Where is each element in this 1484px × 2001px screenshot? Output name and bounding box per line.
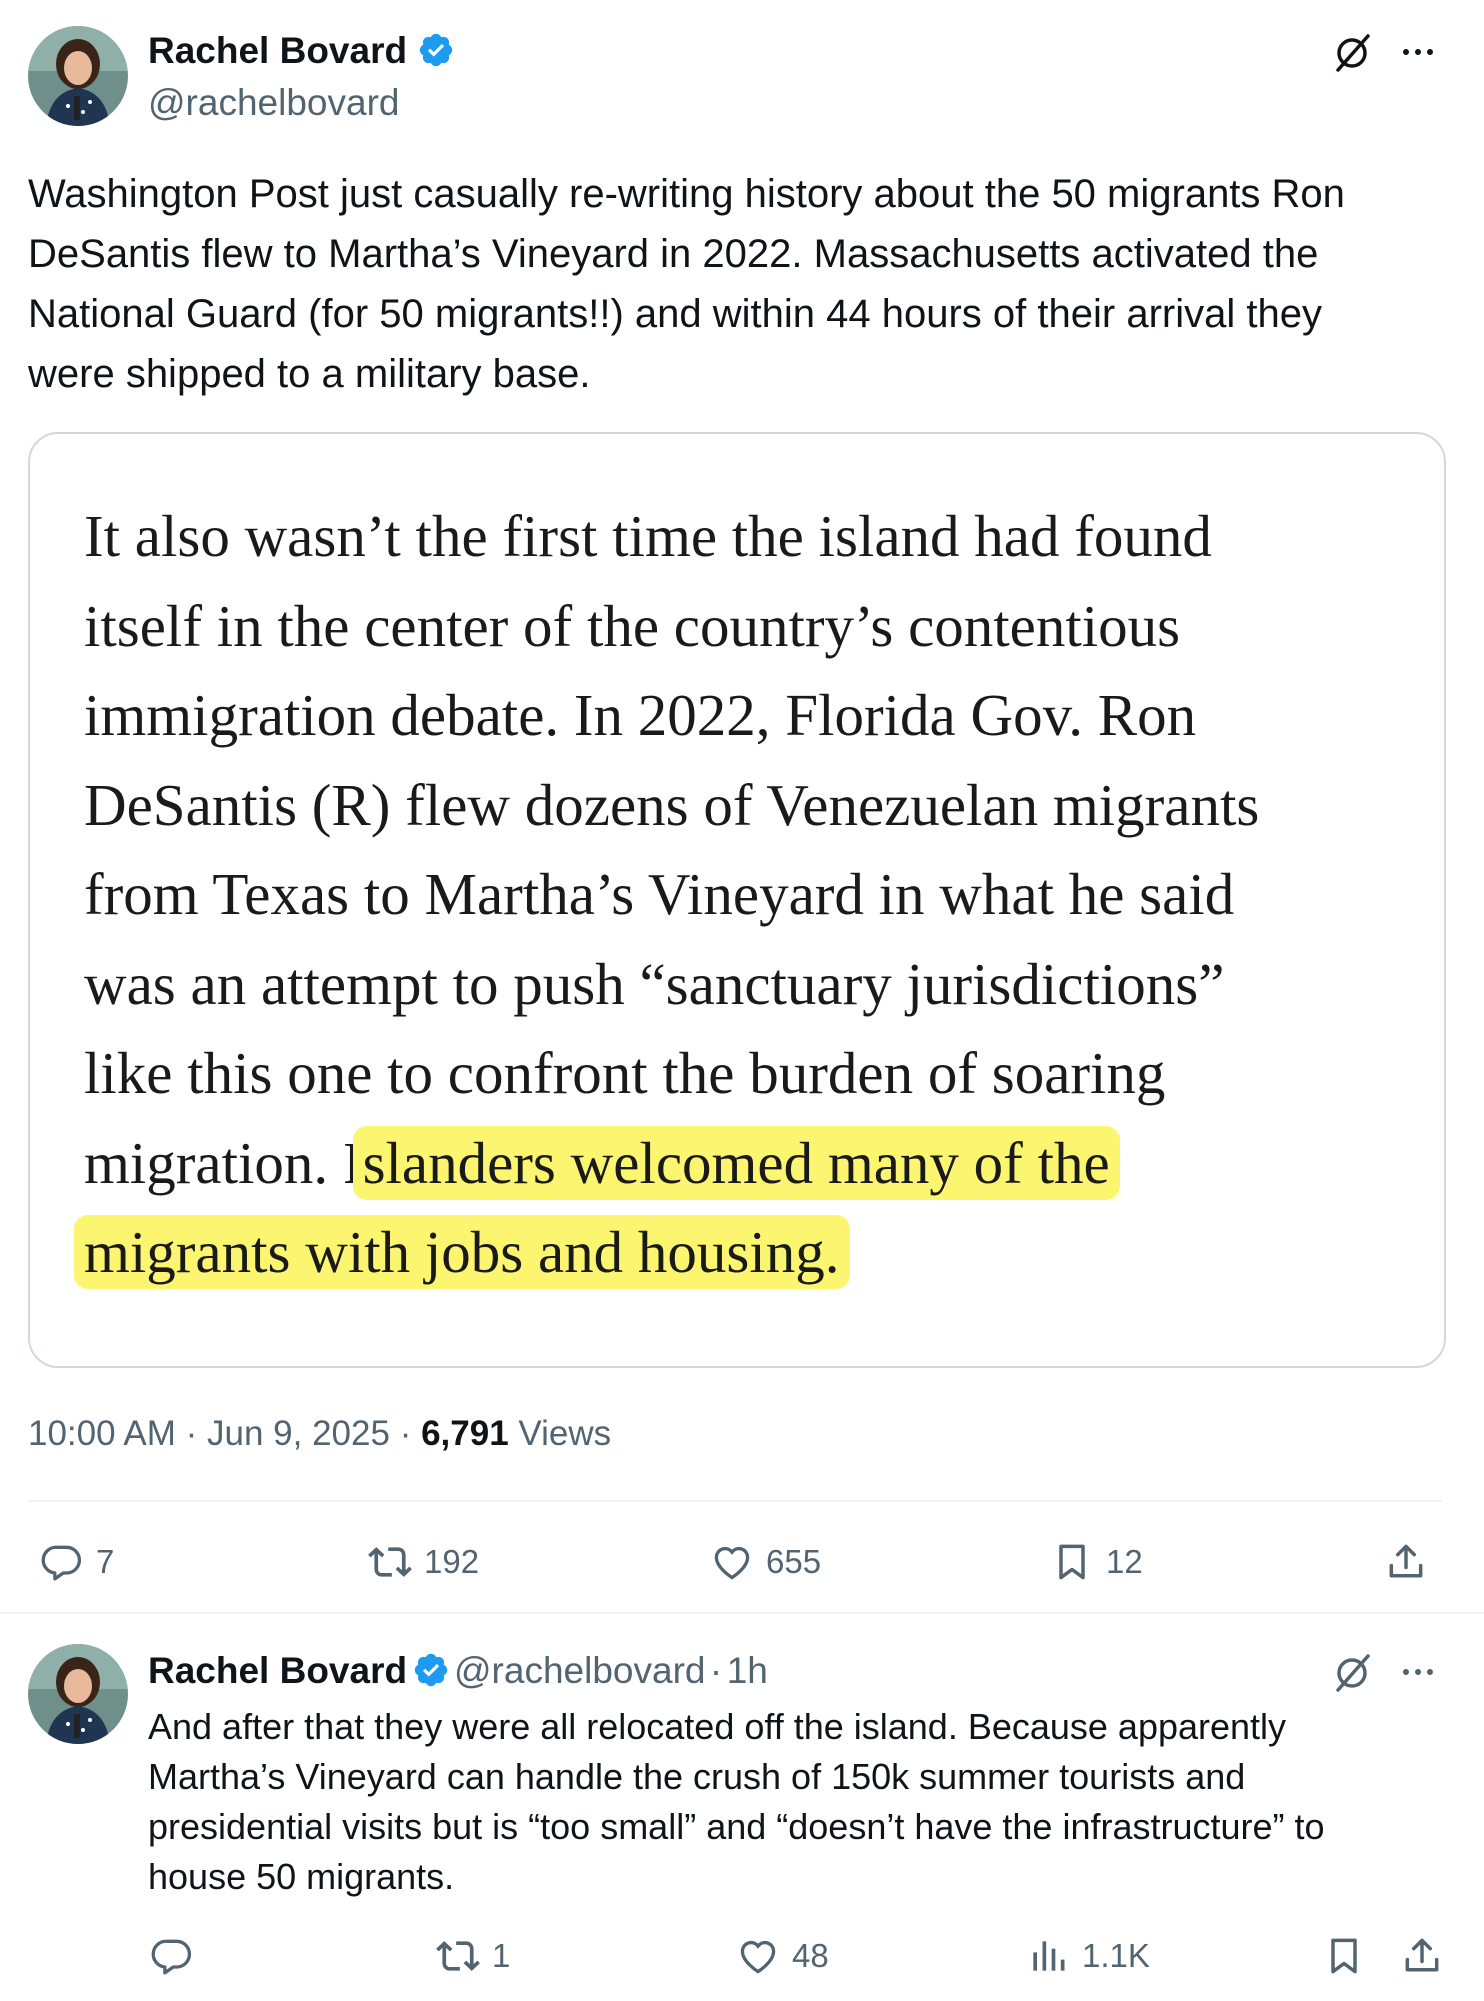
like-icon — [714, 1546, 750, 1580]
grok-icon[interactable] — [1330, 30, 1374, 79]
highlighted-text: migrants with jobs and housing. — [74, 1215, 850, 1289]
more-icon[interactable] — [1396, 30, 1440, 79]
views-label: Views — [518, 1414, 612, 1453]
highlighted-text: slanders welcomed many of the — [352, 1125, 1120, 1200]
tweet-date[interactable]: Jun 9, 2025 — [207, 1414, 390, 1453]
avatar[interactable] — [28, 1644, 128, 1744]
reply-icon — [151, 1939, 192, 1975]
repost-button[interactable]: 1 — [436, 1934, 510, 1978]
author-handle[interactable]: @rachelbovard — [148, 82, 399, 124]
views-icon — [1033, 1941, 1065, 1971]
tweet-time[interactable]: 10:00 AM — [28, 1414, 176, 1453]
author-name[interactable]: Rachel Bovard — [148, 30, 455, 72]
author-name[interactable]: Rachel Bovard — [148, 1650, 407, 1691]
tweet-meta: 10:00 AM · Jun 9, 2025 · 6,791 Views — [28, 1414, 612, 1453]
bookmark-button[interactable]: 12 — [1050, 1540, 1143, 1584]
bookmark-icon — [1059, 1544, 1085, 1580]
repost-icon — [368, 1547, 412, 1577]
reply-header: Rachel Bovard @rachelbovard · 1h — [148, 1650, 768, 1691]
divider — [28, 1500, 1442, 1502]
bookmark-button[interactable] — [1322, 1934, 1366, 1978]
author-handle[interactable]: @rachelbovard — [454, 1650, 705, 1691]
divider — [0, 1612, 1484, 1614]
repost-icon — [436, 1941, 480, 1971]
quote-text: It also wasn’t the first time the island… — [74, 492, 1259, 1298]
views-button[interactable]: 1.1K — [1026, 1934, 1150, 1978]
views-count: 6,791 — [421, 1414, 509, 1453]
like-icon — [740, 1940, 776, 1974]
share-button[interactable] — [1400, 1934, 1444, 1978]
tweet-time-ago[interactable]: 1h — [727, 1650, 768, 1691]
share-button[interactable] — [1384, 1540, 1428, 1584]
share-icon — [1389, 1544, 1423, 1578]
bookmark-icon — [1331, 1938, 1357, 1974]
quote-image-card[interactable]: It also wasn’t the first time the island… — [28, 432, 1446, 1368]
reply-button[interactable] — [150, 1934, 194, 1978]
grok-icon[interactable] — [1330, 1650, 1374, 1699]
avatar[interactable] — [28, 26, 128, 126]
tweet-text: Washington Post just casually re-writing… — [28, 172, 1345, 396]
reply-text: And after that they were all relocated o… — [148, 1706, 1325, 1897]
reply-button[interactable]: 7 — [40, 1540, 114, 1584]
more-icon[interactable] — [1396, 1650, 1440, 1699]
reply-icon — [41, 1545, 82, 1581]
share-icon — [1405, 1938, 1439, 1972]
like-button[interactable]: 48 — [736, 1934, 829, 1978]
verified-badge-icon — [414, 1653, 447, 1687]
like-button[interactable]: 655 — [710, 1540, 821, 1584]
verified-badge-icon — [420, 33, 453, 67]
repost-button[interactable]: 192 — [368, 1540, 479, 1584]
